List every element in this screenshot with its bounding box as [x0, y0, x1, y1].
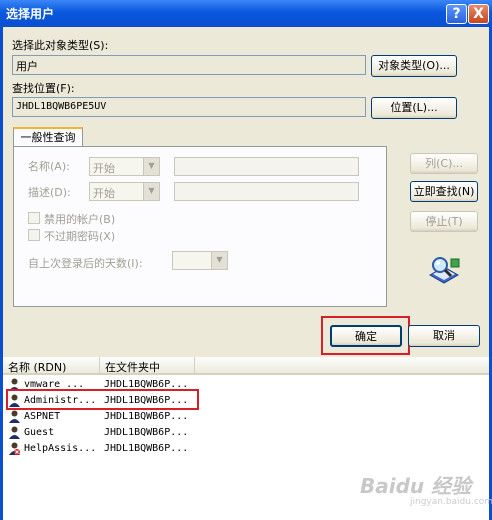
columns-button[interactable]: 列(C)...	[410, 153, 478, 174]
description-label: 描述(D):	[28, 186, 71, 199]
object-types-button[interactable]: 对象类型(O)...	[371, 55, 457, 77]
column-header-folder[interactable]: 在文件夹中	[100, 357, 195, 375]
watermark-url: jingyan.baidu.com	[410, 497, 492, 507]
location-field: JHDL1BQWB6PE5UV	[12, 97, 366, 117]
location-label: 查找位置(F):	[12, 82, 75, 95]
description-input[interactable]	[174, 182, 359, 201]
object-type-label: 选择此对象类型(S):	[12, 39, 109, 52]
days-since-logon-select[interactable]	[172, 251, 212, 270]
list-item[interactable]: HelpAssis... JHDL1BQWB6P...	[6, 441, 206, 457]
close-button[interactable]: X	[468, 4, 489, 24]
baidu-watermark: Baidu 经验	[360, 474, 472, 498]
search-icon	[428, 257, 460, 284]
ok-button[interactable]: 确定	[330, 325, 402, 347]
row-highlight	[6, 389, 199, 410]
days-since-logon-label: 自上次登录后的天数(I):	[28, 257, 143, 270]
tab-common-queries[interactable]: 一般性查询	[13, 127, 83, 147]
help-button[interactable]: ?	[446, 4, 467, 24]
user-icon	[9, 410, 20, 423]
cancel-button[interactable]: 取消	[408, 325, 480, 347]
window-title: 选择用户	[6, 7, 55, 21]
column-header-name[interactable]: 名称 (RDN)	[3, 357, 100, 375]
title-bar[interactable]	[0, 0, 492, 27]
disabled-user-icon	[9, 442, 20, 455]
find-now-button[interactable]: 立即查找(N)	[410, 181, 478, 202]
non-expiring-password-label: 不过期密码(X)	[44, 230, 116, 243]
chevron-down-icon[interactable]: ▼	[143, 157, 160, 176]
name-input[interactable]	[174, 157, 359, 176]
disabled-accounts-checkbox[interactable]	[28, 212, 40, 224]
name-mode-select[interactable]: 开始	[89, 157, 144, 176]
non-expiring-password-checkbox[interactable]	[28, 229, 40, 241]
disabled-accounts-label: 禁用的帐户(B)	[44, 213, 116, 226]
user-icon	[9, 426, 20, 439]
list-item[interactable]: ASPNET JHDL1BQWB6P...	[6, 409, 206, 425]
column-header-blank	[195, 357, 489, 375]
stop-button[interactable]: 停止(T)	[410, 211, 478, 232]
description-mode-select[interactable]: 开始	[89, 182, 144, 201]
object-type-field: 用户	[12, 55, 366, 75]
name-label: 名称(A):	[28, 160, 70, 173]
chevron-down-icon[interactable]: ▼	[143, 182, 160, 201]
locations-button[interactable]: 位置(L)...	[371, 97, 457, 119]
chevron-down-icon[interactable]: ▼	[211, 251, 228, 270]
list-item[interactable]: Guest JHDL1BQWB6P...	[6, 425, 206, 441]
